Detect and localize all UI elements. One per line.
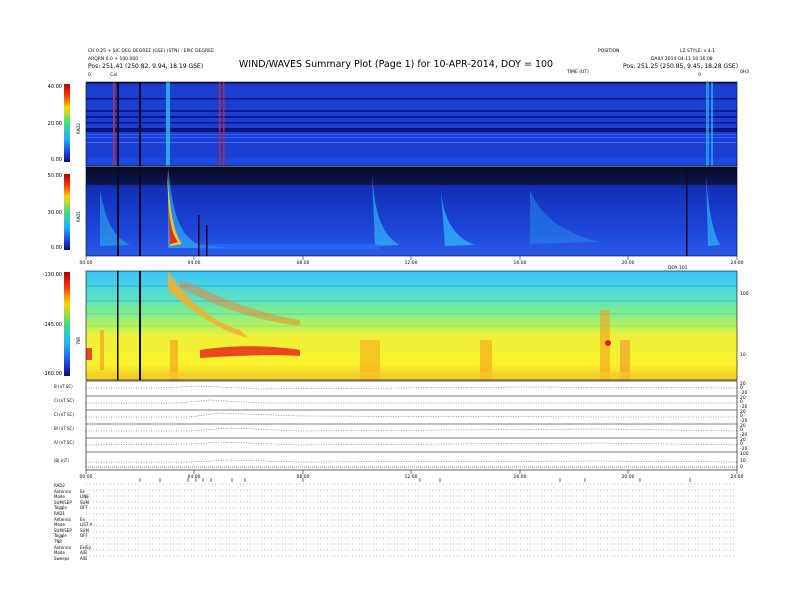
summary-plot xyxy=(64,81,738,557)
anc-label-3: Cl (nT SC) xyxy=(54,412,74,417)
anc-xtick-2: 08:00 xyxy=(296,475,310,480)
rad1-colorbar xyxy=(64,174,70,250)
anc-r6-mid: 10 xyxy=(740,459,746,464)
rad1-xtick-2: 08:00 xyxy=(296,261,310,266)
tnr-panel xyxy=(85,270,738,381)
anc-xtick-6: 24:00 xyxy=(730,475,744,480)
doy-label: DOY 101 xyxy=(668,266,688,271)
ancillary-panels xyxy=(85,380,738,471)
anc-xtick-1: 04:00 xyxy=(187,475,201,480)
mode-tick-strip xyxy=(86,478,737,557)
rad2-colorbar xyxy=(64,84,70,162)
mode-row: Sweeps A/B xyxy=(54,556,92,562)
anc-label-6: |B| (nT) xyxy=(54,458,69,463)
rad1-xtick-0: 00:00 xyxy=(79,261,93,266)
tnr-right-tick-100: 100 xyxy=(740,292,749,297)
rad1-label: RAD1 xyxy=(76,211,81,222)
rad1-cb-top: 50.00 xyxy=(47,173,62,179)
mode-value: OFF xyxy=(80,533,88,539)
rad2-cb-bottom: 0.00 xyxy=(50,157,62,163)
anc-xtick-5: 20:00 xyxy=(621,475,635,480)
anc-r6-bot: 0 xyxy=(740,465,743,470)
anc-r6-top: 100 xyxy=(740,452,749,457)
anc-xtick-4: 16:00 xyxy=(513,475,527,480)
tnr-cb-top: -130.00 xyxy=(42,272,62,278)
tnr-colorbar xyxy=(64,272,70,376)
tnr-right-tick-10: 10 xyxy=(740,353,746,358)
rad1-panel xyxy=(85,166,738,257)
mode-value: OFF xyxy=(80,505,88,511)
rad1-xtick-6: 24:00 xyxy=(730,261,744,266)
mode-key: Sweeps xyxy=(54,555,70,561)
rad2-label: RAD2 xyxy=(76,123,81,134)
rad2-cb-top: 40.00 xyxy=(47,84,62,90)
rad1-xtick-5: 20:00 xyxy=(621,261,635,266)
anc-label-5: Al (nT SC) xyxy=(54,440,74,445)
anc-xtick-3: 12:00 xyxy=(404,475,418,480)
rad1-cb-bottom: 0.00 xyxy=(50,245,62,251)
rad1-cb-mid: 30.00 xyxy=(47,210,62,216)
anc-label-2: Cl (nT SC) xyxy=(54,398,74,403)
mode-list: RAD2 Antenna Ex Mode LINE SUM/SEP SUM Toggl… xyxy=(54,483,92,561)
rad2-panel xyxy=(85,81,738,167)
tnr-label: TNR xyxy=(76,336,81,345)
rad1-xtick-4: 16:00 xyxy=(513,261,527,266)
anc-label-1: B (nT SC) xyxy=(54,384,73,389)
rad2-cb-mid: 20.00 xyxy=(47,121,62,127)
tnr-cb-mid: -145.00 xyxy=(42,322,62,328)
rad1-xtick-3: 12:00 xyxy=(404,261,418,266)
tnr-cb-bottom: -160.00 xyxy=(42,371,62,377)
anc-xtick-0: 00:00 xyxy=(79,475,93,480)
anc-label-4: Bl (nT SC) xyxy=(54,426,74,431)
rad1-xtick-1: 04:00 xyxy=(187,261,201,266)
mode-value: A/B xyxy=(80,555,87,561)
